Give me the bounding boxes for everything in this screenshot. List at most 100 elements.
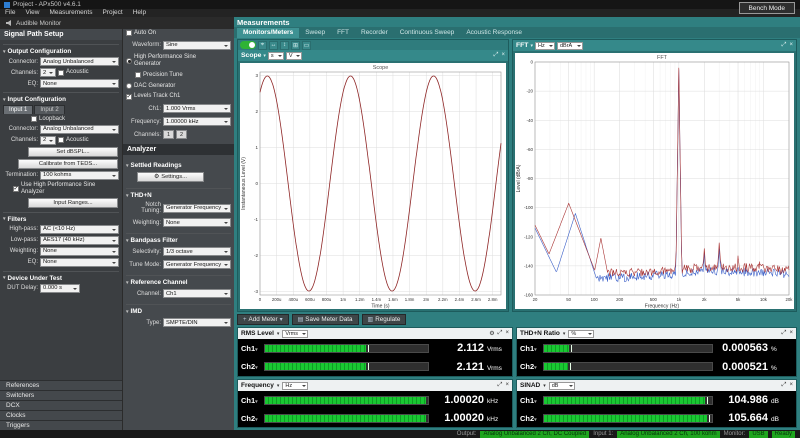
ref-channel-select[interactable]: Ch1 — [163, 289, 231, 299]
popout-icon[interactable]: ⤢ — [782, 42, 787, 49]
unit-select[interactable]: Hz — [282, 381, 309, 390]
hps-generator-radio[interactable] — [126, 57, 132, 64]
selectivity-select[interactable]: 1/3 octave — [163, 247, 231, 257]
channel-label[interactable]: Ch1▾ — [241, 396, 261, 405]
section-settled-readings[interactable]: Settled Readings — [126, 159, 231, 169]
tab-recorder[interactable]: Recorder — [355, 28, 394, 38]
gen-channel-2-button[interactable]: 2 — [176, 130, 187, 140]
gear-icon[interactable]: ⚙ — [489, 330, 494, 337]
scope-label[interactable]: Scope — [241, 52, 261, 59]
loopback-checkbox[interactable] — [31, 116, 37, 123]
weighting-select[interactable]: None — [40, 246, 119, 256]
tab-continuous-sweep[interactable]: Continuous Sweep — [394, 28, 461, 38]
close-icon[interactable]: × — [501, 52, 505, 59]
cursor-icon[interactable]: ⌖ — [258, 40, 267, 50]
section-filters[interactable]: Filters — [3, 211, 119, 223]
popout-icon[interactable]: ⤢ — [498, 330, 503, 337]
highpass-select[interactable]: AC (<10 Hz) — [40, 224, 119, 234]
bench-mode-button[interactable]: Bench Mode — [738, 2, 795, 14]
menu-help[interactable]: Help — [128, 9, 151, 17]
tab-monitors-meters[interactable]: Monitors/Meters — [237, 28, 300, 38]
input-connector-select[interactable]: Analog Unbalanced — [40, 124, 119, 134]
section-thdn[interactable]: THD+N — [126, 188, 231, 199]
menu-measurements[interactable]: Measurements — [44, 9, 97, 17]
sidebar-item-references[interactable]: References — [0, 380, 122, 390]
menu-view[interactable]: View — [20, 9, 44, 17]
input-ranges-button[interactable]: Input Ranges... — [28, 197, 118, 208]
menu-project[interactable]: Project — [97, 9, 127, 17]
unit-select[interactable]: Vrms — [282, 329, 309, 338]
section-reference-channel[interactable]: Reference Channel — [126, 275, 231, 286]
scope-x-unit-select[interactable]: s — [267, 51, 284, 60]
sidebar-item-triggers[interactable]: Triggers — [0, 420, 122, 430]
input-channels-select[interactable]: 2 — [40, 135, 56, 145]
channel-label[interactable]: Ch1▾ — [241, 344, 261, 353]
grid-icon[interactable]: ⊞ — [291, 40, 300, 50]
dut-delay-field[interactable]: 0.000 s — [40, 283, 80, 293]
gen-frequency-field[interactable]: 1.00000 kHz — [163, 117, 231, 127]
zoom-h-icon[interactable]: ↔ — [269, 40, 278, 50]
menu-file[interactable]: File — [0, 9, 20, 17]
channel-label[interactable]: Ch1▾ — [520, 396, 540, 405]
audible-monitor-label[interactable]: Audible Monitor — [16, 20, 61, 27]
section-output-configuration[interactable]: Output Configuration — [3, 44, 119, 55]
close-icon[interactable]: × — [789, 330, 793, 337]
scope-on-toggle[interactable] — [240, 41, 256, 49]
sidebar-item-clocks[interactable]: Clocks — [0, 410, 122, 420]
hp-sine-analyzer-checkbox[interactable] — [13, 185, 19, 192]
unit-select[interactable]: % — [568, 329, 595, 338]
channel-label[interactable]: Ch2▾ — [241, 362, 261, 371]
channel-label[interactable]: Ch2▾ — [241, 414, 261, 423]
tune-mode-select[interactable]: Generator Frequency — [163, 260, 231, 270]
autoscale-icon[interactable]: ▭ — [302, 40, 311, 50]
levels-track-checkbox[interactable] — [126, 93, 132, 100]
waveform-select[interactable]: Sine — [163, 40, 231, 50]
zoom-v-icon[interactable]: ↕ — [280, 40, 289, 50]
section-imd[interactable]: IMD — [126, 304, 231, 315]
tab-acoustic-response[interactable]: Acoustic Response — [460, 28, 528, 38]
close-icon[interactable]: × — [505, 330, 509, 337]
gen-level-field[interactable]: 1.000 Vrms — [163, 104, 231, 114]
tab-sweep[interactable]: Sweep — [299, 28, 331, 38]
popout-icon[interactable]: ⤢ — [782, 382, 787, 389]
close-icon[interactable]: × — [789, 42, 793, 49]
output-acoustic-checkbox[interactable] — [58, 69, 64, 76]
auto-on-checkbox[interactable] — [126, 30, 132, 37]
meter-title[interactable]: RMS Level — [241, 330, 274, 337]
analyzer-weighting-select[interactable]: None — [163, 218, 231, 228]
section-device-under-test[interactable]: Device Under Test — [3, 270, 119, 282]
tab-input-2[interactable]: Input 2 — [34, 105, 65, 114]
close-icon[interactable]: × — [789, 382, 793, 389]
dac-generator-radio[interactable] — [126, 83, 132, 89]
gen-channel-1-button[interactable]: 1 — [163, 130, 174, 140]
filters-eq-select[interactable]: None — [40, 257, 119, 267]
sidebar-item-switchers[interactable]: Switchers — [0, 390, 122, 400]
meter-title[interactable]: THD+N Ratio — [520, 330, 560, 337]
scope-graph[interactable]: Scope Time (s) Instantaneous Level (V) 0 200… — [240, 63, 506, 310]
tab-fft[interactable]: FFT — [331, 28, 355, 38]
add-meter-button[interactable]: + Add Meter ▾ — [237, 314, 289, 325]
output-channels-select[interactable]: 2 — [40, 68, 56, 77]
notch-tuning-select[interactable]: Generator Frequency — [163, 203, 231, 213]
close-icon[interactable]: × — [505, 382, 509, 389]
section-input-configuration[interactable]: Input Configuration — [3, 92, 119, 103]
output-eq-select[interactable]: None — [40, 79, 119, 88]
sidebar-item-dcx[interactable]: DCX — [0, 400, 122, 410]
input-acoustic-checkbox[interactable] — [58, 137, 64, 144]
fft-y-unit-select[interactable]: dBrA — [556, 41, 583, 50]
regulate-button[interactable]: ▥ Regulate — [361, 314, 407, 325]
lowpass-select[interactable]: AES17 (40 kHz) — [40, 235, 119, 245]
calibrate-teds-button[interactable]: Calibrate from TEDS... — [18, 158, 118, 169]
fft-label[interactable]: FFT — [516, 42, 528, 49]
meter-title[interactable]: SINAD — [520, 382, 540, 389]
set-dbspl-button[interactable]: Set dBSPL... — [28, 146, 118, 157]
channel-label[interactable]: Ch1▾ — [520, 344, 540, 353]
save-meter-data-button[interactable]: ▤ Save Meter Data — [291, 314, 359, 325]
imd-type-select[interactable]: SMPTE/DIN — [163, 318, 231, 328]
meter-title[interactable]: Frequency — [241, 382, 274, 389]
scope-y-unit-select[interactable]: V — [285, 51, 302, 60]
fft-graph[interactable]: FFT Frequency (Hz) Level (dBrA) 20 50 100 200 5… — [515, 53, 794, 310]
output-connector-select[interactable]: Analog Unbalanced — [40, 57, 119, 66]
popout-icon[interactable]: ⤢ — [494, 52, 499, 59]
popout-icon[interactable]: ⤢ — [498, 382, 503, 389]
